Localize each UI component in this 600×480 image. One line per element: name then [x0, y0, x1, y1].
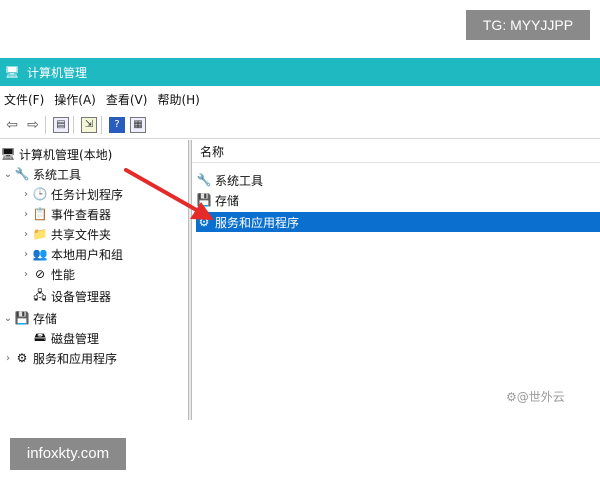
tree-item-label: 磁盘管理 [51, 331, 100, 346]
clock-icon: 🕒 [32, 187, 48, 201]
computer-management-icon: 🖥 [0, 147, 16, 161]
shared-folder-icon: 📁 [32, 227, 48, 241]
services-icon: ⚙ [198, 215, 210, 229]
tree-item-label: 本地用户和组 [51, 247, 124, 262]
list-item-label: 存储 [215, 193, 240, 208]
tree-item-disk-management[interactable]: 🖴 磁盘管理 [32, 328, 99, 348]
tree-item-label: 设备管理器 [51, 289, 112, 304]
tree-item-label: 计算机管理(本地) [19, 147, 113, 162]
watermark-inline: ⚙@世外云 [506, 390, 565, 404]
users-icon: 👥 [32, 247, 48, 261]
tree-item-shared-folders[interactable]: › 📁 共享文件夹 [20, 224, 111, 244]
forward-arrow-icon[interactable]: ⇨ [24, 116, 42, 134]
chevron-down-icon[interactable]: ⌄ [2, 313, 14, 324]
list-item-label: 服务和应用程序 [215, 215, 300, 230]
window-title: 计算机管理 [27, 65, 88, 80]
tree-item-task-scheduler[interactable]: › 🕒 任务计划程序 [20, 184, 123, 204]
title-bar: 🖥 计算机管理 [0, 58, 600, 86]
chevron-right-icon[interactable]: › [20, 269, 32, 280]
details-pane: 名称 🔧 系统工具 💾 存储 ⚙ 服务和应用程序 [192, 140, 600, 420]
back-arrow-icon[interactable]: ⇦ [3, 116, 21, 134]
menu-bar: 文件(F) 操作(A) 查看(V) 帮助(H) [0, 88, 600, 110]
export-list-icon[interactable]: ⇲ [80, 116, 98, 134]
chevron-right-icon[interactable]: › [20, 189, 32, 200]
tree-item-event-viewer[interactable]: › 📋 事件查看器 [20, 204, 111, 224]
storage-icon: 💾 [14, 311, 30, 325]
services-icon: ⚙ [16, 351, 28, 365]
tools-icon: 🔧 [196, 173, 212, 187]
menu-view[interactable]: 查看(V) [102, 91, 154, 108]
chevron-right-icon[interactable]: › [2, 353, 14, 364]
navigation-tree: 🖥 计算机管理(本地) ⌄ 🔧 系统工具 › 🕒 任务计划程序 › 📋 事件查看… [0, 140, 188, 420]
disk-management-icon: 🖴 [33, 329, 47, 344]
list-item-services-apps[interactable]: ⚙ 服务和应用程序 [196, 212, 600, 232]
tree-item-label: 服务和应用程序 [33, 351, 118, 366]
toolbar-separator [45, 116, 46, 134]
tree-item-services-apps[interactable]: › ⚙ 服务和应用程序 [2, 348, 117, 368]
tree-item-storage[interactable]: ⌄ 💾 存储 [2, 308, 57, 328]
tree-item-performance[interactable]: › ⊘ 性能 [20, 264, 75, 284]
tree-item-label: 系统工具 [33, 167, 82, 182]
watermark-top: TG: MYYJJPP [466, 10, 590, 40]
tree-item-label: 任务计划程序 [51, 187, 124, 202]
tree-item-label: 事件查看器 [51, 207, 112, 222]
tree-item-root[interactable]: 🖥 计算机管理(本地) [0, 144, 112, 164]
performance-icon: ⊘ [34, 267, 46, 281]
list-item-system-tools[interactable]: 🔧 系统工具 [196, 170, 600, 190]
toolbar-separator [101, 116, 102, 134]
tree-item-local-users[interactable]: › 👥 本地用户和组 [20, 244, 123, 264]
tree-item-system-tools[interactable]: ⌄ 🔧 系统工具 [2, 164, 81, 184]
computer-management-icon: 🖥 [4, 65, 20, 79]
event-log-icon: 📋 [32, 207, 48, 221]
tree-item-label: 共享文件夹 [51, 227, 112, 242]
column-header-name[interactable]: 名称 [192, 140, 600, 163]
properties-icon[interactable]: ▦ [129, 116, 147, 134]
tree-item-label: 存储 [33, 311, 58, 326]
show-hide-tree-icon[interactable]: ▤ [52, 116, 70, 134]
device-manager-icon: 🖧 [33, 287, 47, 302]
chevron-right-icon[interactable]: › [20, 209, 32, 220]
watermark-bottom: infoxkty.com [10, 438, 126, 470]
column-header-label: 名称 [200, 144, 225, 159]
toolbar-separator [73, 116, 74, 134]
menu-action[interactable]: 操作(A) [50, 91, 102, 108]
tree-item-label: 性能 [51, 267, 76, 282]
chevron-right-icon[interactable]: › [20, 249, 32, 260]
chevron-right-icon[interactable]: › [20, 229, 32, 240]
list-item-storage[interactable]: 💾 存储 [196, 190, 600, 210]
toolbar: ⇦ ⇨ ▤ ⇲ ? ▦ [0, 112, 600, 139]
tools-icon: 🔧 [14, 167, 30, 181]
list-item-label: 系统工具 [215, 173, 264, 188]
menu-file[interactable]: 文件(F) [0, 91, 50, 108]
tree-item-device-manager[interactable]: 🖧 设备管理器 [32, 286, 111, 306]
chevron-down-icon[interactable]: ⌄ [2, 169, 14, 180]
menu-help[interactable]: 帮助(H) [153, 91, 205, 108]
help-icon[interactable]: ? [108, 116, 126, 134]
storage-icon: 💾 [196, 193, 212, 207]
